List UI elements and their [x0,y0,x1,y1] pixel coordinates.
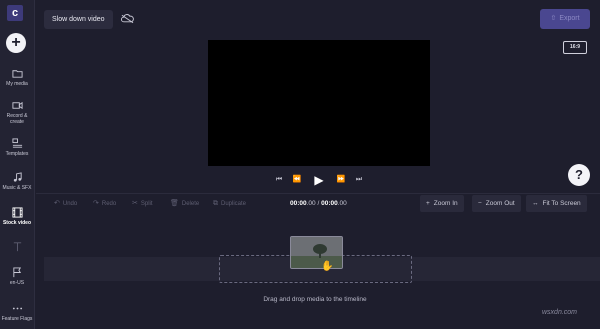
film-icon [11,207,23,218]
flag-icon [12,267,21,278]
split-button[interactable]: ✂ Split [132,194,153,214]
plus-icon: + [426,200,430,207]
upload-icon: ⇧ [550,15,557,22]
sidebar-item-label: My media [6,81,28,87]
copy-icon: ⧉ [213,200,218,207]
undo-button[interactable]: ↶ Undo [54,194,77,214]
sidebar-item-text[interactable] [0,241,34,252]
redo-button[interactable]: ↷ Redo [93,194,116,214]
sidebar-item-feature-flags[interactable]: Feature Flags [0,303,34,322]
zoom-out-button[interactable]: − Zoom Out [472,195,521,212]
duplicate-button[interactable]: ⧉ Duplicate [213,194,246,214]
timeline-toolbar: ↶ Undo ↷ Redo ✂ Split 🗑 Delete ⧉ Duplicate 00… [36,193,600,213]
skip-to-start-icon[interactable]: ⏮ [274,173,284,187]
skip-to-end-icon[interactable]: ⏭ [354,173,364,187]
folder-icon [11,70,23,78]
app-root: c + My media Record & create Templates M… [0,0,600,329]
sidebar-item-music-sfx[interactable]: Music & SFX [0,172,34,191]
add-media-button[interactable]: + [6,33,26,53]
playback-controls: ⏮ ⏪ ▶ ⏩ ⏭ [272,173,366,187]
project-title[interactable]: Slow down video [44,10,113,29]
dragged-video-clip[interactable] [290,236,343,269]
fast-forward-icon[interactable]: ⏩ [336,173,346,187]
cloud-off-icon [121,14,134,24]
aspect-ratio-button[interactable]: 16:9 [563,41,587,54]
delete-button[interactable]: 🗑 Delete [170,194,199,214]
grab-hand-icon: ✋ [321,261,334,272]
video-preview[interactable] [208,40,430,166]
export-button[interactable]: ⇧ Export [540,9,590,29]
templates-icon [11,138,22,148]
drop-instructions: Drag and drop media to the timeline [263,296,367,303]
fit-to-screen-button[interactable]: ↔ Fit To Screen [526,195,587,212]
help-button[interactable]: ? [568,164,590,186]
camera-icon [11,101,23,110]
sidebar-item-stock-video[interactable]: Stock video [0,207,34,226]
redo-icon: ↷ [93,200,99,207]
sidebar-item-label: Feature Flags [1,316,33,322]
sidebar-item-language[interactable]: en-US [0,267,34,286]
text-icon [13,242,21,252]
sidebar: c + My media Record & create Templates M… [0,0,35,329]
sidebar-item-record-create[interactable]: Record & create [0,100,34,125]
sidebar-item-label: en-US [9,280,25,286]
sidebar-item-templates[interactable]: Templates [0,138,34,157]
sidebar-item-label: Record & create [6,113,28,125]
timecode: 00:00.00 / 00:00.00 [290,200,347,207]
zoom-in-button[interactable]: + Zoom In [420,195,464,212]
sidebar-item-label: Music & SFX [2,185,32,191]
sidebar-item-my-media[interactable]: My media [0,68,34,87]
logo[interactable]: c [7,5,23,21]
music-icon [13,172,22,182]
undo-icon: ↶ [54,200,60,207]
more-icon [12,307,22,310]
rewind-icon[interactable]: ⏪ [292,173,302,187]
play-icon[interactable]: ▶ [312,173,326,187]
sidebar-item-label: Stock video [2,220,32,226]
trash-icon: 🗑 [170,200,179,207]
fit-icon: ↔ [532,200,539,207]
watermark: wsxdn.com [542,309,578,316]
scissors-icon: ✂ [132,200,138,207]
minus-icon: − [478,200,482,207]
sidebar-item-label: Templates [5,151,29,157]
